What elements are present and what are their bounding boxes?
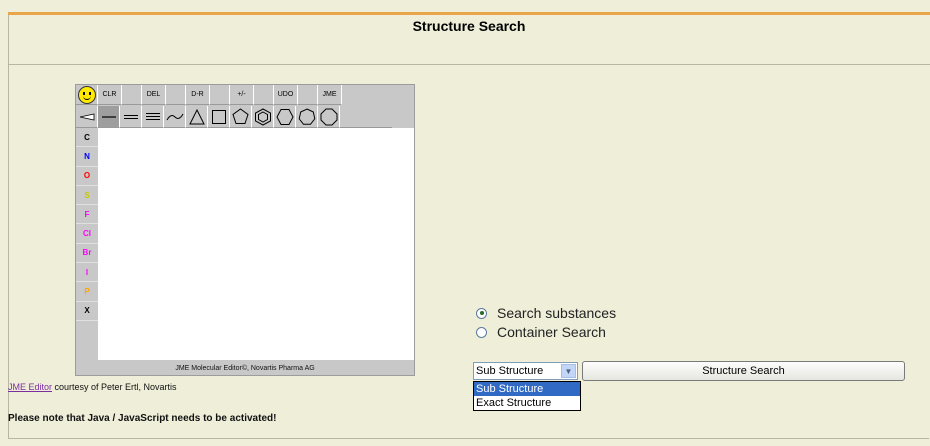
toolbar-spacer [298, 85, 318, 105]
atom-button-cl[interactable]: Cl [76, 224, 98, 244]
ring5-button[interactable] [230, 106, 252, 128]
double-bond-icon [123, 114, 138, 119]
select-value: Sub Structure [476, 365, 544, 377]
jme-atom-column: C N O S F Cl Br I P X [76, 128, 98, 360]
java-note: Please note that Java / JavaScript needs… [8, 413, 277, 424]
atom-button-f[interactable]: F [76, 205, 98, 225]
radio-selected-icon[interactable] [476, 307, 487, 319]
ring4-button[interactable] [208, 106, 230, 128]
atom-button-c[interactable]: C [76, 128, 98, 148]
ring6-button[interactable] [274, 106, 296, 128]
jme-footer: JME Molecular Editor©, Novartis Pharma A… [175, 364, 315, 372]
clr-button[interactable]: CLR [98, 85, 122, 105]
ring7-button[interactable] [296, 106, 318, 128]
search-type-dropdown[interactable]: Sub Structure Exact Structure [473, 381, 581, 411]
double-bond-button[interactable] [120, 106, 142, 128]
stereo-bond-button[interactable] [76, 106, 98, 128]
structure-search-button[interactable]: Structure Search [582, 361, 905, 381]
radio-label: Search substances [497, 305, 617, 321]
ring3-button[interactable] [186, 106, 208, 128]
dropdown-option[interactable]: Exact Structure [474, 396, 580, 410]
radio-label: Container Search [497, 324, 606, 340]
atom-button-s[interactable]: S [76, 186, 98, 206]
radio-container-search[interactable]: Container Search [476, 324, 606, 340]
atom-button-o[interactable]: O [76, 167, 98, 186]
del-button[interactable]: DEL [142, 85, 166, 105]
chain-button[interactable] [164, 106, 186, 128]
atom-button-p[interactable]: P [76, 282, 98, 302]
benzene-icon [254, 107, 271, 126]
stereo-bond-icon [79, 113, 94, 120]
page-title: Structure Search [412, 18, 526, 34]
atom-button-i[interactable]: I [76, 263, 98, 283]
ring8-button[interactable] [318, 106, 340, 128]
jme-toolbar-bonds [76, 106, 414, 128]
radio-unselected-icon[interactable] [476, 326, 487, 338]
jme-button[interactable]: JME [318, 85, 342, 105]
single-bond-icon [101, 115, 116, 118]
credit-text: courtesy of Peter Ertl, Novartis [52, 382, 177, 392]
ring4-icon [211, 109, 226, 124]
header-divider [8, 64, 930, 65]
benzene-button[interactable] [252, 106, 274, 128]
search-type-select[interactable]: Sub Structure ▼ [473, 362, 578, 380]
atom-button-n[interactable]: N [76, 147, 98, 167]
single-bond-button[interactable] [98, 106, 120, 128]
ring7-icon [298, 107, 315, 125]
jme-drawing-canvas[interactable] [98, 128, 414, 360]
radio-search-substances[interactable]: Search substances [476, 305, 616, 321]
toolbar-spacer [166, 85, 186, 105]
triple-bond-button[interactable] [142, 106, 164, 128]
ring5-icon [232, 108, 249, 124]
toolbar-empty [340, 106, 392, 128]
smiley-icon [77, 85, 96, 104]
atom-button-x[interactable]: X [76, 302, 98, 321]
chevron-down-icon[interactable]: ▼ [561, 364, 576, 378]
ring3-icon [188, 108, 205, 124]
dropdown-option[interactable]: Sub Structure [474, 382, 580, 396]
ring8-icon [320, 108, 337, 125]
smiley-button[interactable] [76, 85, 98, 105]
undo-button[interactable]: UDO [274, 85, 298, 105]
jme-applet[interactable]: CLR DEL D-R +/- UDO JME C N O S F Cl Br I P X JME… [75, 84, 415, 376]
triple-bond-icon [145, 113, 160, 120]
toolbar-spacer [254, 85, 274, 105]
ring6-icon [275, 108, 294, 125]
toolbar-spacer [122, 85, 142, 105]
charge-button[interactable]: +/- [230, 85, 254, 105]
jme-toolbar-top: CLR DEL D-R +/- UDO JME [76, 85, 414, 105]
dr-button[interactable]: D-R [186, 85, 210, 105]
toolbar-spacer [210, 85, 230, 105]
atom-button-br[interactable]: Br [76, 244, 98, 264]
chain-icon [166, 113, 183, 120]
jme-credit: JME Editor courtesy of Peter Ertl, Novar… [8, 382, 177, 392]
jme-editor-link[interactable]: JME Editor [8, 382, 52, 392]
